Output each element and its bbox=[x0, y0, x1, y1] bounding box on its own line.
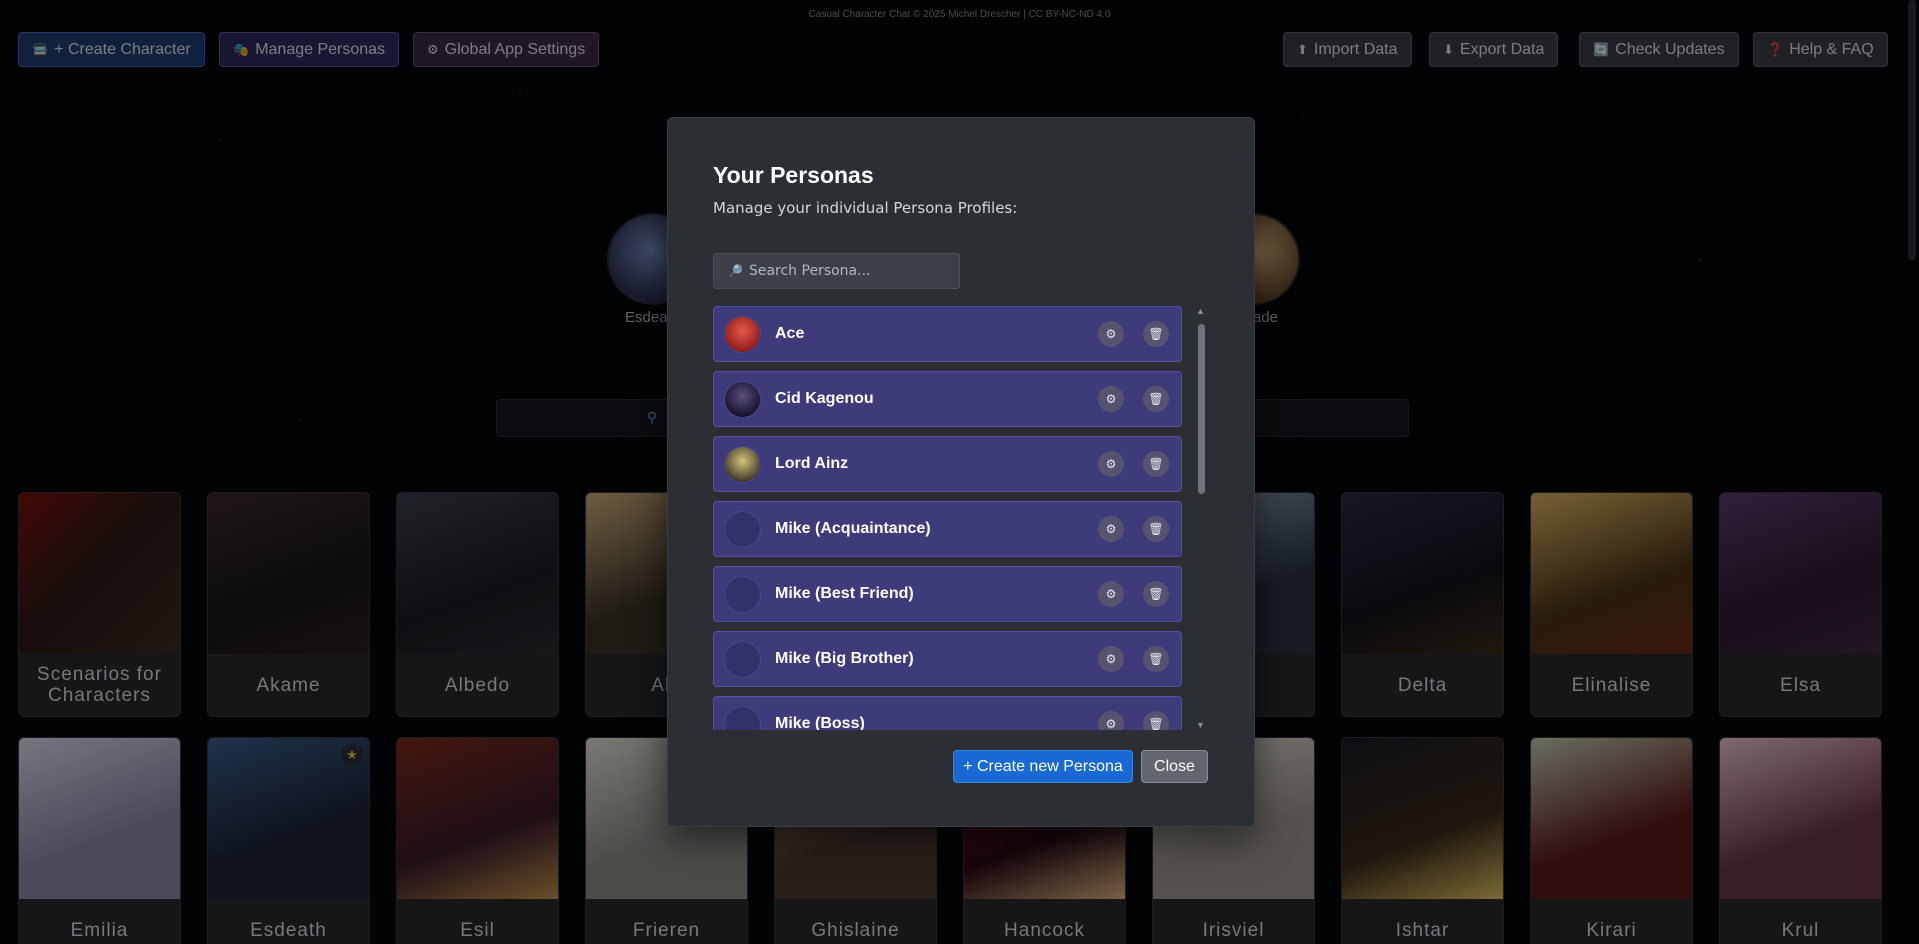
persona-row-mike-big-brother[interactable]: Mike (Big Brother) ⚙ 🗑 bbox=[713, 631, 1182, 687]
modal-title: Your Personas bbox=[713, 162, 874, 188]
persona-name: Mike (Boss) bbox=[775, 715, 865, 730]
search-icon: 🔎 bbox=[728, 264, 743, 278]
persona-row-mike-best-friend[interactable]: Mike (Best Friend) ⚙ 🗑 bbox=[713, 566, 1182, 622]
trash-icon[interactable]: 🗑 bbox=[1143, 321, 1169, 347]
trash-icon[interactable]: 🗑 bbox=[1143, 516, 1169, 542]
persona-name: Cid Kagenou bbox=[775, 390, 874, 407]
avatar bbox=[724, 510, 761, 548]
trash-icon[interactable]: 🗑 bbox=[1143, 711, 1169, 730]
gear-icon[interactable]: ⚙ bbox=[1098, 321, 1124, 347]
gear-icon[interactable]: ⚙ bbox=[1098, 646, 1124, 672]
gear-icon[interactable]: ⚙ bbox=[1098, 516, 1124, 542]
modal-subtitle: Manage your individual Persona Profiles: bbox=[713, 199, 1018, 217]
avatar bbox=[724, 315, 761, 353]
trash-icon[interactable]: 🗑 bbox=[1143, 646, 1169, 672]
persona-row-ace[interactable]: Ace ⚙ 🗑 bbox=[713, 306, 1182, 362]
gear-icon[interactable]: ⚙ bbox=[1098, 581, 1124, 607]
scroll-down-arrow-icon[interactable]: ▼ bbox=[1196, 720, 1205, 730]
persona-name: Lord Ainz bbox=[775, 455, 849, 472]
avatar bbox=[724, 640, 761, 678]
trash-icon[interactable]: 🗑 bbox=[1143, 386, 1169, 412]
persona-list: Ace ⚙ 🗑 Cid Kagenou ⚙ 🗑 Lord Ainz ⚙ 🗑 Mi… bbox=[713, 306, 1184, 730]
gear-icon[interactable]: ⚙ bbox=[1098, 451, 1124, 477]
avatar bbox=[724, 380, 761, 418]
persona-row-ainz[interactable]: Lord Ainz ⚙ 🗑 bbox=[713, 436, 1182, 492]
persona-list-scrollbar[interactable]: ▲ ▼ bbox=[1195, 306, 1207, 730]
create-persona-button[interactable]: + Create new Persona bbox=[953, 750, 1133, 783]
trash-icon[interactable]: 🗑 bbox=[1143, 451, 1169, 477]
gear-icon[interactable]: ⚙ bbox=[1098, 386, 1124, 412]
persona-search-input[interactable] bbox=[748, 263, 949, 279]
persona-row-mike-acquaintance[interactable]: Mike (Acquaintance) ⚙ 🗑 bbox=[713, 501, 1182, 557]
scroll-up-arrow-icon[interactable]: ▲ bbox=[1196, 306, 1205, 316]
trash-icon[interactable]: 🗑 bbox=[1143, 581, 1169, 607]
persona-name: Mike (Acquaintance) bbox=[775, 520, 931, 537]
persona-name: Mike (Big Brother) bbox=[775, 650, 914, 667]
persona-row-cid[interactable]: Cid Kagenou ⚙ 🗑 bbox=[713, 371, 1182, 427]
persona-name: Mike (Best Friend) bbox=[775, 585, 914, 602]
persona-name: Ace bbox=[775, 325, 805, 342]
persona-row-mike-boss[interactable]: Mike (Boss) ⚙ 🗑 bbox=[713, 696, 1182, 730]
avatar bbox=[724, 445, 761, 483]
persona-search-field[interactable]: 🔎 bbox=[713, 253, 960, 289]
personas-modal: Your Personas Manage your individual Per… bbox=[667, 117, 1255, 827]
gear-icon[interactable]: ⚙ bbox=[1098, 711, 1124, 730]
close-button[interactable]: Close bbox=[1141, 750, 1208, 783]
avatar bbox=[724, 705, 761, 730]
scrollbar-thumb[interactable] bbox=[1198, 324, 1205, 494]
avatar bbox=[724, 575, 761, 613]
